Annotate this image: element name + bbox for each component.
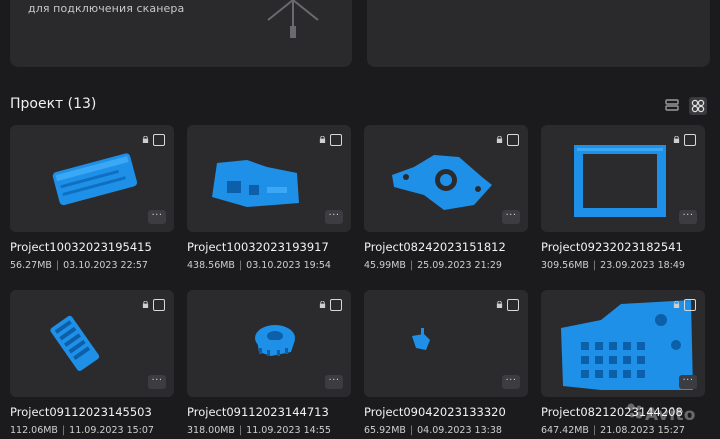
project-card[interactable]: ··· <box>541 290 705 397</box>
select-checkbox[interactable] <box>684 134 696 146</box>
project-size: 56.27MB <box>10 260 52 271</box>
project-date: 11.09.2023 14:55 <box>246 425 331 436</box>
lock-icon <box>673 136 680 143</box>
select-checkbox[interactable] <box>684 299 696 311</box>
more-options-button[interactable]: ··· <box>148 375 166 389</box>
project-date: 23.09.2023 18:49 <box>600 260 685 271</box>
project-date: 04.09.2023 13:38 <box>417 425 502 436</box>
select-checkbox[interactable] <box>153 134 165 146</box>
project-name[interactable]: Project10032023195415 <box>10 240 152 254</box>
lock-icon <box>142 136 149 143</box>
project-meta: 309.56MB | 23.09.2023 18:49 <box>541 260 685 271</box>
more-options-button[interactable]: ··· <box>148 210 166 224</box>
select-checkbox[interactable] <box>507 299 519 311</box>
project-date: 03.10.2023 19:54 <box>246 260 331 271</box>
scanner-connect-hint: для подключения сканера <box>28 2 185 15</box>
project-card[interactable]: ··· <box>187 290 351 397</box>
project-size: 318.00MB <box>187 425 235 436</box>
project-date: 21.08.2023 15:27 <box>600 425 685 436</box>
project-date: 11.09.2023 15:07 <box>69 425 154 436</box>
more-options-button[interactable]: ··· <box>679 210 697 224</box>
lock-icon <box>496 136 503 143</box>
info-card[interactable] <box>367 0 710 67</box>
select-checkbox[interactable] <box>507 134 519 146</box>
project-card[interactable]: ··· <box>10 290 174 397</box>
project-meta: 45.99MB | 25.09.2023 21:29 <box>364 260 502 271</box>
project-date: 03.10.2023 22:57 <box>63 260 148 271</box>
project-name[interactable]: Project10032023193917 <box>187 240 329 254</box>
project-card[interactable]: ··· <box>541 125 705 232</box>
lock-icon <box>496 301 503 308</box>
grid-view-icon <box>691 99 705 113</box>
project-card[interactable]: ··· <box>364 125 528 232</box>
project-meta: 647.42MB | 21.08.2023 15:27 <box>541 425 685 436</box>
more-options-button[interactable]: ··· <box>502 210 520 224</box>
select-checkbox[interactable] <box>153 299 165 311</box>
project-name[interactable]: Project09042023133320 <box>364 405 506 419</box>
more-options-button[interactable]: ··· <box>325 210 343 224</box>
projects-section-title: Проект (13) <box>10 96 97 112</box>
avito-logo-icon <box>627 403 643 419</box>
project-name[interactable]: Project09112023145503 <box>10 405 152 419</box>
project-card[interactable]: ··· <box>187 125 351 232</box>
list-view-icon[interactable] <box>664 97 680 113</box>
project-size: 45.99MB <box>364 260 406 271</box>
select-checkbox[interactable] <box>330 134 342 146</box>
project-name[interactable]: Project09112023144713 <box>187 405 329 419</box>
project-size: 647.42MB <box>541 425 589 436</box>
project-size: 438.56MB <box>187 260 235 271</box>
more-options-button[interactable]: ··· <box>679 375 697 389</box>
project-meta: 112.06MB | 11.09.2023 15:07 <box>10 425 154 436</box>
project-meta: 65.92MB | 04.09.2023 13:38 <box>364 425 502 436</box>
scanner-tripod-icon <box>267 0 319 38</box>
watermark: Avito <box>645 405 696 425</box>
scanner-connect-card[interactable]: для подключения сканера <box>10 0 352 67</box>
project-name[interactable]: Project09232023182541 <box>541 240 683 254</box>
more-options-button[interactable]: ··· <box>325 375 343 389</box>
project-meta: 438.56MB | 03.10.2023 19:54 <box>187 260 331 271</box>
lock-icon <box>673 301 680 308</box>
project-meta: 56.27MB | 03.10.2023 22:57 <box>10 260 148 271</box>
select-checkbox[interactable] <box>330 299 342 311</box>
project-meta: 318.00MB | 11.09.2023 14:55 <box>187 425 331 436</box>
project-size: 309.56MB <box>541 260 589 271</box>
project-size: 112.06MB <box>10 425 58 436</box>
lock-icon <box>319 136 326 143</box>
more-options-button[interactable]: ··· <box>502 375 520 389</box>
lock-icon <box>319 301 326 308</box>
grid-view-button[interactable] <box>689 97 707 115</box>
project-card[interactable]: ··· <box>364 290 528 397</box>
lock-icon <box>142 301 149 308</box>
project-size: 65.92MB <box>364 425 406 436</box>
project-card[interactable]: ··· <box>10 125 174 232</box>
project-date: 25.09.2023 21:29 <box>417 260 502 271</box>
project-name[interactable]: Project08242023151812 <box>364 240 506 254</box>
